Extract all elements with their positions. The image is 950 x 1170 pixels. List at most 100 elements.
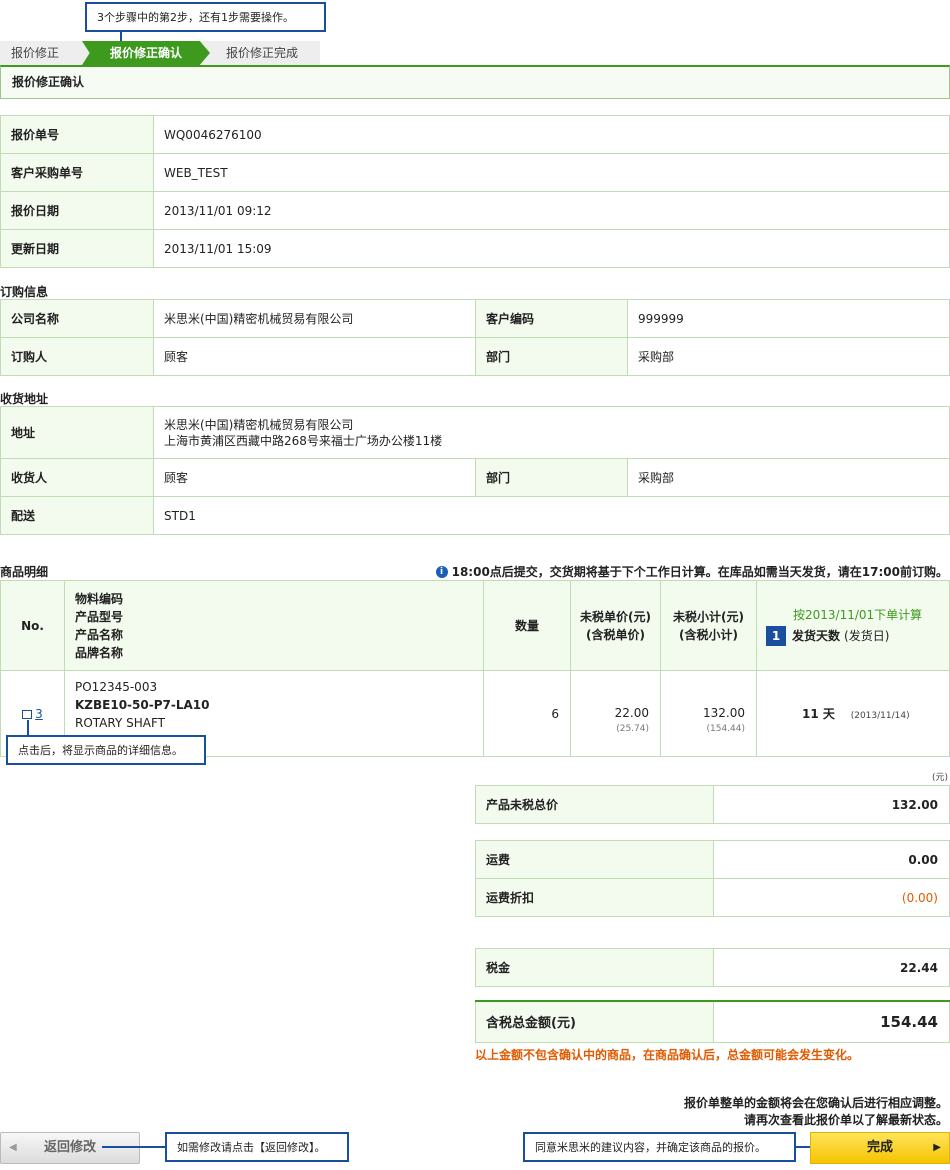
item-price: 22.00 — [614, 705, 649, 720]
item-model: KZBE10-50-P7-LA10 — [75, 697, 210, 712]
back-callout-connector — [102, 1146, 166, 1148]
table-row: 报价日期 2013/11/01 09:12 — [0, 191, 950, 230]
delivery-label: 配送 — [0, 496, 154, 535]
items-table: No. 物料编码 产品型号 产品名称 品牌名称 数量 未税单价(元) (含税单价… — [0, 580, 950, 757]
table-row: 地址 米思米(中国)精密机械贸易有限公司 上海市黄浦区西藏中路268号来福士广场… — [0, 406, 950, 459]
table-row: 公司名称 米思米(中国)精密机械贸易有限公司 客户编码 999999 — [0, 299, 950, 338]
step-callout-text: 3个步骤中的第2步，还有1步需要操作。 — [97, 11, 294, 24]
net-total-label: 产品未税总价 — [475, 785, 714, 824]
detail-callout: 点击后，将显示商品的详细信息。 — [6, 735, 206, 765]
freight-table: 运费 0.00 运费折扣 (0.00) — [475, 840, 950, 917]
col-subtotal-label: 未税小计(元) — [673, 609, 744, 624]
step-1: 报价修正 — [11, 46, 60, 60]
adjustment-note: 报价单整单的金额将会在您确认后进行相应调整。 请再次查看此报价单以了解最新状态。 — [684, 1095, 948, 1129]
grand-total-label: 含税总金额(元) — [475, 1000, 714, 1043]
ship-department-label: 部门 — [475, 458, 628, 497]
col-unit-price-label: 未税单价(元) — [580, 609, 651, 624]
ship-days-label: 发货天数 — [792, 628, 841, 643]
table-row: 运费 0.00 — [475, 840, 950, 879]
col-item-brand: 品牌名称 — [75, 645, 124, 660]
address-label: 地址 — [0, 406, 154, 459]
done-button-label: 完成 — [866, 1140, 893, 1155]
back-button-label: 返回修改 — [43, 1140, 96, 1155]
page-title: 报价修正确认 — [0, 65, 950, 99]
col-subtotal: 未税小计(元) (含税小计) — [660, 580, 757, 671]
tax-table: 税金 22.44 — [475, 948, 950, 987]
customer-code-value: 999999 — [627, 299, 950, 338]
item-ship-cell: 11 天 (2013/11/14) — [756, 670, 950, 757]
detail-callout-connector — [27, 720, 29, 736]
order-info-table: 公司名称 米思米(中国)精密机械贸易有限公司 客户编码 999999 订购人 顾… — [0, 299, 950, 376]
quote-info-table: 报价单号 WQ0046276100 客户采购单号 WEB_TEST 报价日期 2… — [0, 115, 950, 268]
col-unit-price: 未税单价(元) (含税单价) — [570, 580, 661, 671]
total-warning: 以上金额不包含确认中的商品，在商品确认后，总金额可能会发生变化。 — [475, 1048, 860, 1062]
table-row: 运费折扣 (0.00) — [475, 878, 950, 917]
col-ship-days: 按2013/11/01下单计算 1 发货天数 (发货日) — [756, 580, 950, 671]
items-header-row: No. 物料编码 产品型号 产品名称 品牌名称 数量 未税单价(元) (含税单价… — [0, 580, 950, 671]
item-name: ROTARY SHAFT — [75, 715, 165, 730]
freight-discount-value: (0.00) — [713, 878, 950, 917]
ship-calc-note: 按2013/11/01下单计算 — [793, 607, 923, 622]
quote-date-label: 报价日期 — [0, 191, 154, 230]
address-line-2: 上海市黄浦区西藏中路268号来福士广场办公楼11楼 — [164, 433, 443, 448]
address-line-1: 米思米(中国)精密机械贸易有限公司 — [164, 417, 354, 432]
step-callout: 3个步骤中的第2步，还有1步需要操作。 — [85, 2, 326, 32]
customer-code-label: 客户编码 — [475, 299, 628, 338]
shipping-section-title: 收货地址 — [0, 392, 49, 406]
back-button[interactable]: ◀ 返回修改 — [0, 1132, 140, 1164]
popup-window-icon — [22, 709, 33, 719]
item-detail-link[interactable]: 3 — [22, 707, 43, 721]
done-button[interactable]: 完成 ▶ — [810, 1132, 950, 1164]
items-notice-text: 18:00点后提交，交货期将基于下个工作日计算。在库品如需当天发货，请在17:0… — [451, 565, 948, 579]
col-subtotal-tax-label: (含税小计) — [679, 627, 738, 642]
table-row: 收货人 顾客 部门 采购部 — [0, 458, 950, 497]
item-subtotal-cell: 132.00 (154.44) — [660, 670, 757, 757]
detail-callout-text: 点击后，将显示商品的详细信息。 — [18, 744, 183, 757]
col-no: No. — [0, 580, 65, 671]
quote-number-label: 报价单号 — [0, 115, 154, 154]
col-qty: 数量 — [483, 580, 571, 671]
step-indicator: 报价修正 报价修正确认 报价修正完成 — [0, 41, 320, 65]
orderer-label: 订购人 — [0, 337, 154, 376]
receiver-value: 顾客 — [153, 458, 476, 497]
order-section-title: 订购信息 — [0, 285, 49, 299]
table-row: 含税总金额(元) 154.44 — [475, 1000, 950, 1043]
update-date-label: 更新日期 — [0, 229, 154, 268]
shipping-info-table: 地址 米思米(中国)精密机械贸易有限公司 上海市黄浦区西藏中路268号来福士广场… — [0, 406, 950, 535]
item-price-cell: 22.00 (25.74) — [570, 670, 661, 757]
item-price-tax: (25.74) — [616, 723, 649, 734]
tax-label: 税金 — [475, 948, 714, 987]
table-row: 订购人 顾客 部门 采购部 — [0, 337, 950, 376]
item-qty: 6 — [483, 670, 571, 757]
grand-total-table: 含税总金额(元) 154.44 — [475, 1000, 950, 1043]
item-subtotal: 132.00 — [703, 705, 745, 720]
step-2-active: 报价修正确认 — [82, 41, 210, 65]
items-notice: i 18:00点后提交，交货期将基于下个工作日计算。在库品如需当天发货，请在17… — [435, 563, 948, 580]
ship-badge: 1 — [766, 625, 786, 646]
net-total-table: 产品未税总价 132.00 — [475, 785, 950, 824]
update-date-value: 2013/11/01 15:09 — [153, 229, 950, 268]
table-row: 税金 22.44 — [475, 948, 950, 987]
tax-value: 22.44 — [713, 948, 950, 987]
info-icon: i — [435, 565, 448, 578]
col-item-code: 物料编码 — [75, 591, 124, 606]
item-no: 3 — [35, 706, 43, 721]
company-value: 米思米(中国)精密机械贸易有限公司 — [153, 299, 476, 338]
col-item-model: 产品型号 — [75, 609, 124, 624]
col-item-info: 物料编码 产品型号 产品名称 品牌名称 — [64, 580, 484, 671]
net-total-value: 132.00 — [713, 785, 950, 824]
po-number-value: WEB_TEST — [153, 153, 950, 192]
address-value: 米思米(中国)精密机械贸易有限公司 上海市黄浦区西藏中路268号来福士广场办公楼… — [153, 406, 950, 459]
table-row: 报价单号 WQ0046276100 — [0, 115, 950, 154]
department-label: 部门 — [475, 337, 628, 376]
back-callout: 如需修改请点击【返回修改】。 — [165, 1132, 349, 1162]
table-row: 配送 STD1 — [0, 496, 950, 535]
confirm-callout: 同意米思米的建议内容，并确定该商品的报价。 — [523, 1132, 796, 1162]
confirm-callout-text: 同意米思米的建议内容，并确定该商品的报价。 — [535, 1141, 766, 1154]
department-value: 采购部 — [627, 337, 950, 376]
back-arrow-icon: ◀ — [9, 1142, 17, 1153]
col-unit-price-tax-label: (含税单价) — [586, 627, 645, 642]
table-row: 更新日期 2013/11/01 15:09 — [0, 229, 950, 268]
freight-discount-label: 运费折扣 — [475, 878, 714, 917]
back-callout-text: 如需修改请点击【返回修改】。 — [177, 1141, 326, 1154]
